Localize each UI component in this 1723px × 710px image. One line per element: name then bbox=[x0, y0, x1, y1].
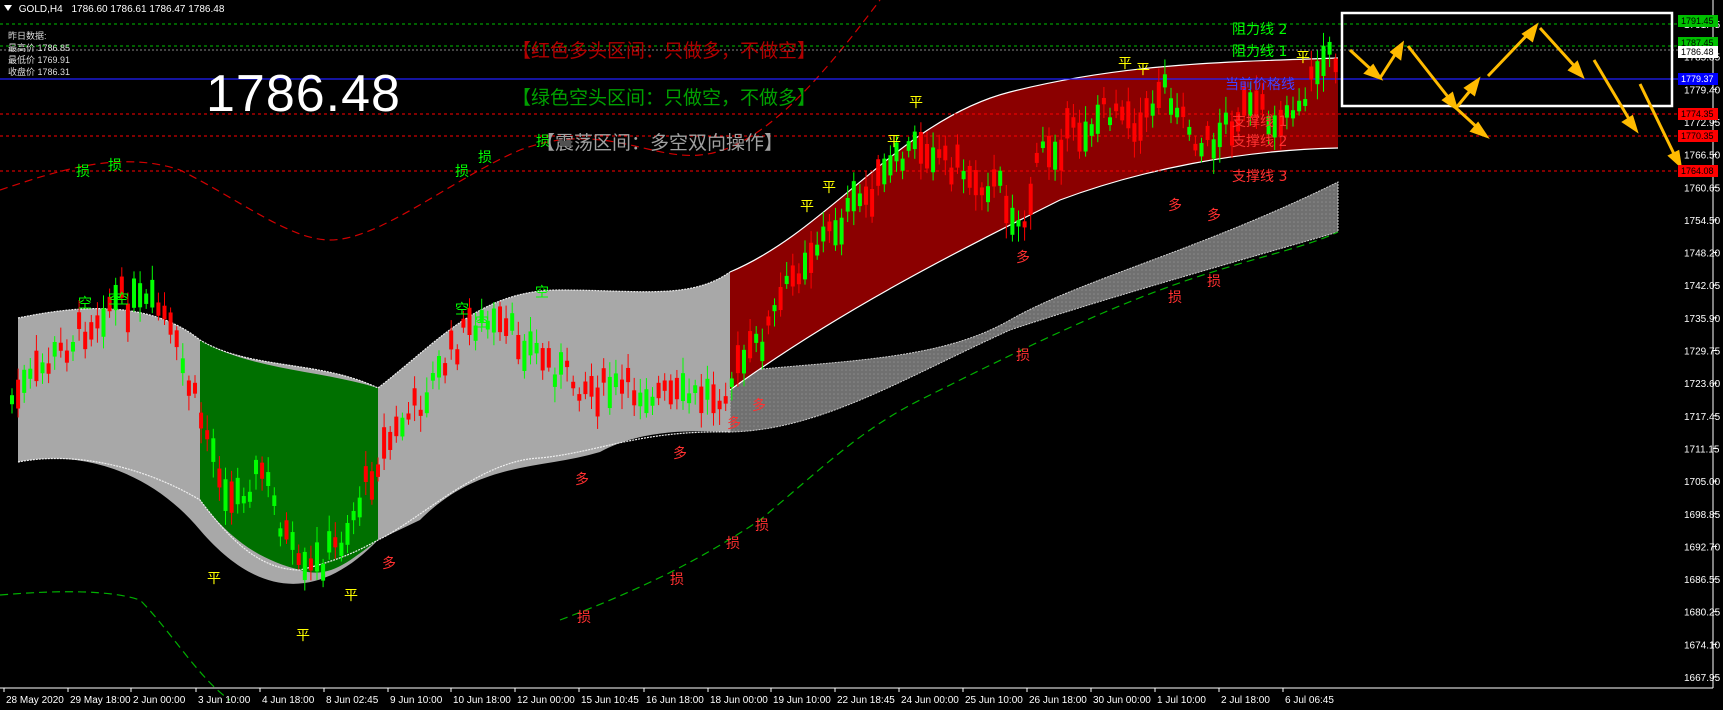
signal-marker-sun: 损 bbox=[1207, 274, 1221, 290]
y-axis-label: 1705.00 bbox=[1684, 477, 1721, 488]
ohlc-values: 1786.60 1786.61 1786.47 1786.48 bbox=[71, 4, 225, 15]
x-axis-label: 2 Jun 00:00 bbox=[133, 695, 186, 706]
signal-marker-sun: 损 bbox=[455, 164, 469, 180]
x-axis-label: 30 Jun 00:00 bbox=[1093, 695, 1151, 706]
signal-marker-duo: 多 bbox=[1168, 197, 1182, 214]
level-label-support-3: 支撑线 3 bbox=[1232, 169, 1287, 185]
signal-marker-sun: 损 bbox=[1168, 290, 1182, 306]
x-axis-label: 12 Jun 00:00 bbox=[517, 695, 575, 706]
chart-menu-icon[interactable] bbox=[4, 5, 12, 11]
signal-marker-duo: 多 bbox=[673, 445, 687, 462]
y-axis-label: 1698.85 bbox=[1684, 510, 1721, 521]
y-axis-label: 1680.25 bbox=[1684, 608, 1721, 619]
yesterday-high: 最高价 1786.85 bbox=[8, 43, 71, 53]
level-label-current: 当前价格线 bbox=[1225, 76, 1295, 93]
signal-marker-ping: 平 bbox=[822, 180, 836, 196]
price-tag: 1770.35 bbox=[1681, 131, 1714, 141]
signal-marker-sun: 损 bbox=[755, 518, 769, 534]
signal-marker-sun: 损 bbox=[1016, 348, 1030, 364]
signal-marker-ping: 平 bbox=[207, 571, 221, 587]
yesterday-data: 昨日数据: 最高价 1786.85 最低价 1769.91 收盘价 1786.3… bbox=[8, 30, 70, 78]
price-tag: 1791.45 bbox=[1681, 16, 1714, 26]
price-tag: 1779.37 bbox=[1681, 74, 1714, 84]
signal-marker-kong: 空 bbox=[455, 302, 469, 318]
signal-marker-duo: 多 bbox=[575, 471, 589, 488]
signal-marker-duo: 多 bbox=[1207, 207, 1221, 224]
price-tag: 1774.35 bbox=[1681, 109, 1714, 119]
y-axis-label: 1667.95 bbox=[1684, 673, 1721, 684]
x-axis-label: 19 Jun 10:00 bbox=[773, 695, 831, 706]
signal-marker-sun: 损 bbox=[478, 150, 492, 166]
y-axis-label: 1754.50 bbox=[1684, 216, 1721, 227]
x-axis-label: 16 Jun 18:00 bbox=[646, 695, 704, 706]
signal-marker-ping: 平 bbox=[344, 588, 358, 604]
x-axis-label: 22 Jun 18:45 bbox=[837, 695, 895, 706]
signal-marker-sun: 损 bbox=[108, 158, 122, 174]
y-axis-label: 1760.65 bbox=[1684, 183, 1721, 194]
level-label-resistance-1: 阻力线 1 bbox=[1232, 44, 1287, 60]
range-zone-label: 【震荡区间：多空双向操作】 bbox=[536, 132, 784, 154]
symbol-timeframe: GOLD,H4 bbox=[18, 4, 63, 15]
signal-marker-kong: 空 bbox=[115, 292, 129, 308]
y-axis-label: 1742.05 bbox=[1684, 281, 1721, 292]
bull-zone-label: 【红色多头区间：只做多，不做空】 bbox=[512, 40, 817, 62]
y-axis-label: 1735.90 bbox=[1684, 314, 1721, 325]
x-axis-label: 28 May 2020 bbox=[6, 695, 64, 706]
level-label-support-1: 支撑线 1 bbox=[1232, 114, 1287, 130]
y-axis-label: 1723.60 bbox=[1684, 379, 1721, 390]
x-axis-label: 25 Jun 10:00 bbox=[965, 695, 1023, 706]
x-axis-label: 1 Jul 10:00 bbox=[1157, 695, 1206, 706]
signal-marker-ping: 平 bbox=[1136, 62, 1150, 78]
y-axis-label: 1674.10 bbox=[1684, 640, 1721, 651]
price-tag: 1786.48 bbox=[1681, 47, 1714, 57]
x-axis-label: 24 Jun 00:00 bbox=[901, 695, 959, 706]
x-axis-label: 18 Jun 00:00 bbox=[710, 695, 768, 706]
signal-marker-ping: 平 bbox=[296, 628, 310, 644]
y-axis-label: 1692.70 bbox=[1684, 542, 1721, 553]
y-axis-label: 1748.20 bbox=[1684, 249, 1721, 260]
y-axis-label: 1729.75 bbox=[1684, 347, 1721, 358]
signal-marker-ping: 平 bbox=[1296, 50, 1310, 66]
y-axis-label: 1717.45 bbox=[1684, 412, 1721, 423]
level-label-support-2: 支撑线 2 bbox=[1232, 134, 1287, 150]
x-axis-label: 9 Jun 10:00 bbox=[390, 695, 443, 706]
signal-marker-duo: 多 bbox=[1016, 249, 1030, 266]
yesterday-close: 收盘价 1786.31 bbox=[8, 67, 71, 77]
x-axis-label: 4 Jun 18:00 bbox=[262, 695, 315, 706]
signal-marker-kong: 空 bbox=[475, 315, 489, 331]
x-axis-label: 6 Jul 06:45 bbox=[1285, 695, 1334, 706]
signal-marker-ping: 平 bbox=[1118, 56, 1132, 72]
signal-marker-sun: 损 bbox=[670, 572, 684, 588]
signal-marker-duo: 多 bbox=[752, 397, 766, 414]
signal-marker-duo: 多 bbox=[727, 415, 741, 432]
current-price-display: 1786.48 bbox=[206, 65, 401, 123]
bear-zone-label: 【绿色空头区间：只做空，不做多】 bbox=[512, 87, 817, 109]
signal-marker-sun: 损 bbox=[726, 536, 740, 552]
y-axis-label: 1686.55 bbox=[1684, 575, 1721, 586]
signal-marker-sun: 损 bbox=[577, 610, 591, 626]
signal-marker-sun: 损 bbox=[76, 164, 90, 180]
x-axis-label: 10 Jun 18:00 bbox=[453, 695, 511, 706]
x-axis-label: 3 Jun 10:00 bbox=[198, 695, 251, 706]
signal-marker-ping: 平 bbox=[800, 199, 814, 215]
x-axis-label: 15 Jun 10:45 bbox=[581, 695, 639, 706]
signal-marker-ping: 平 bbox=[887, 134, 901, 150]
y-axis-label: 1779.40 bbox=[1684, 85, 1721, 96]
x-axis-label: 2 Jul 18:00 bbox=[1221, 695, 1270, 706]
price-tag: 1764.08 bbox=[1681, 166, 1714, 176]
level-label-resistance-2: 阻力线 2 bbox=[1232, 22, 1287, 38]
signal-marker-kong: 空 bbox=[78, 296, 92, 312]
x-axis-label: 29 May 18:00 bbox=[70, 695, 131, 706]
signal-marker-duo: 多 bbox=[382, 555, 396, 572]
y-axis-label: 1711.15 bbox=[1684, 444, 1720, 455]
x-axis-label: 26 Jun 18:00 bbox=[1029, 695, 1087, 706]
chart-header: GOLD,H4 1786.60 1786.61 1786.47 1786.48 bbox=[4, 4, 224, 15]
yesterday-title: 昨日数据: bbox=[8, 31, 47, 41]
x-axis-label: 8 Jun 02:45 bbox=[326, 695, 379, 706]
y-axis-label: 1766.50 bbox=[1684, 151, 1721, 162]
yesterday-low: 最低价 1769.91 bbox=[8, 55, 71, 65]
signal-marker-ping: 平 bbox=[909, 95, 923, 111]
signal-marker-kong: 空 bbox=[535, 285, 549, 301]
